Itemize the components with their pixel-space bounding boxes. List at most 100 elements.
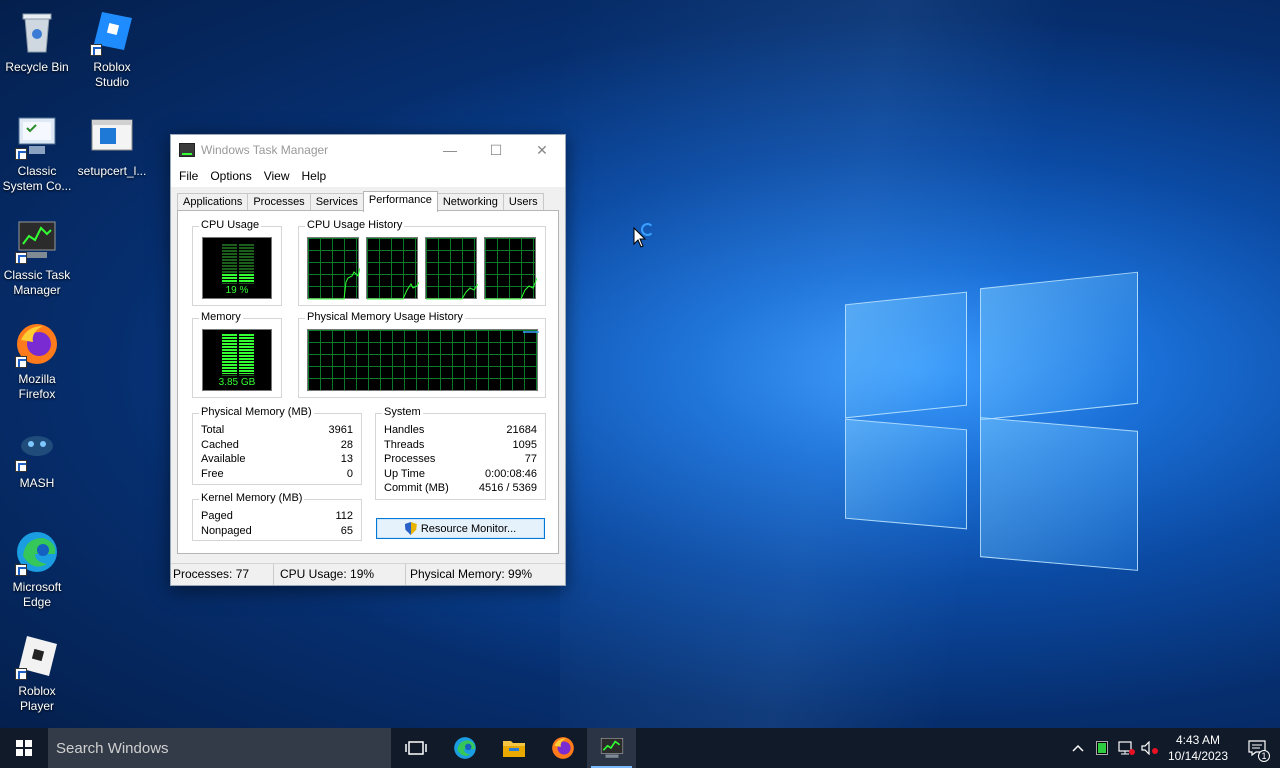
minimize-button[interactable]: — <box>427 135 473 165</box>
wallpaper-pane <box>980 417 1138 571</box>
stat-value: 65 <box>340 524 353 537</box>
start-button[interactable] <box>0 728 48 768</box>
firefox-icon <box>13 320 61 368</box>
memory-history-graph <box>307 329 539 391</box>
physical-memory-title: Physical Memory (MB) <box>199 406 314 418</box>
menu-help[interactable]: Help <box>296 169 333 183</box>
windows-logo-icon <box>16 740 32 756</box>
taskbar-file-explorer[interactable] <box>489 728 538 768</box>
clock-date: 10/14/2023 <box>1167 749 1229 763</box>
status-processes: Processes: 77 <box>171 564 274 585</box>
desktop-icon-roblox-player[interactable]: Roblox Player <box>0 632 74 714</box>
search-box[interactable]: Search Windows <box>48 728 391 768</box>
stat-row: Cached 28 <box>201 438 353 453</box>
menu-view[interactable]: View <box>258 169 296 183</box>
task-manager-icon <box>13 216 61 264</box>
desktop-icon-classic-task-manager[interactable]: Classic Task Manager <box>0 216 74 298</box>
tab-performance[interactable]: Performance <box>362 191 438 212</box>
desktop-icon-edge[interactable]: Microsoft Edge <box>0 528 74 610</box>
stat-row: Total 3961 <box>201 423 353 438</box>
desktop-icon-label: Roblox Studio <box>93 60 131 89</box>
stat-row: Commit (MB) 4516 / 5369 <box>384 481 537 496</box>
desktop-icon-firefox[interactable]: Mozilla Firefox <box>0 320 74 402</box>
cpu-history-graph-core-4 <box>484 237 537 300</box>
tab-services[interactable]: Services <box>309 193 364 211</box>
resource-monitor-label: Resource Monitor... <box>420 522 517 535</box>
wallpaper-pane <box>980 271 1138 421</box>
cpu-gauge-fill <box>222 274 254 282</box>
status-cpu-usage: CPU Usage: 19% <box>274 564 406 585</box>
shortcut-arrow-icon <box>15 252 27 264</box>
task-manager-window: Windows Task Manager — ☐ ✕ File Options … <box>170 134 566 586</box>
cpu-meter-icon <box>1096 741 1108 755</box>
system-title: System <box>382 406 423 418</box>
kernel-memory-title: Kernel Memory (MB) <box>199 492 305 504</box>
stat-value: 4516 / 5369 <box>478 482 537 494</box>
busy-spinner-icon <box>641 223 654 236</box>
volume-muted-icon <box>1141 741 1158 755</box>
cpu-history-label: CPU Usage History <box>305 219 405 231</box>
desktop-icon-roblox-studio[interactable]: Roblox Studio <box>75 8 149 90</box>
desktop-icon-mash[interactable]: MASH <box>0 424 74 491</box>
tab-processes[interactable]: Processes <box>247 193 311 211</box>
memory-value: 3.85 GB <box>218 377 256 388</box>
memory-gauge: 3.85 GB <box>202 329 272 391</box>
task-view-button[interactable] <box>391 728 440 768</box>
desktop-icon-setupcert[interactable]: setupcert_l... <box>75 112 149 179</box>
desktop-icon-label: Microsoft Edge <box>12 580 62 609</box>
tab-applications[interactable]: Applications <box>177 193 249 211</box>
resource-monitor-button[interactable]: Resource Monitor... <box>376 518 545 539</box>
menu-file[interactable]: File <box>173 169 204 183</box>
title-bar[interactable]: Windows Task Manager — ☐ ✕ <box>171 135 565 165</box>
stat-value: 28 <box>340 438 353 451</box>
stat-label: Threads <box>384 438 425 451</box>
tray-task-manager[interactable] <box>1090 728 1114 768</box>
control-panel-icon <box>13 112 61 160</box>
taskbar-edge[interactable] <box>440 728 489 768</box>
setupcert-icon <box>88 112 136 160</box>
taskbar-firefox[interactable] <box>538 728 587 768</box>
close-button[interactable]: ✕ <box>519 135 565 165</box>
action-center-button[interactable]: 1 <box>1234 728 1280 768</box>
stat-row: Paged 112 <box>201 509 353 524</box>
desktop-icon-recycle-bin[interactable]: Recycle Bin <box>0 8 74 75</box>
kernel-memory-group: Kernel Memory (MB) Paged 112 Nonpaged 65 <box>192 492 362 541</box>
tray-volume[interactable] <box>1138 728 1162 768</box>
taskbar: Search Windows 4:43 AM 10/14/2023 1 <box>0 728 1280 768</box>
stat-row: Free 0 <box>201 467 353 482</box>
show-hidden-icons-button[interactable] <box>1066 728 1090 768</box>
menu-options[interactable]: Options <box>204 169 257 183</box>
stat-row: Processes 77 <box>384 452 537 467</box>
desktop-icon-label: Mozilla Firefox <box>18 372 56 401</box>
task-view-icon <box>404 741 427 755</box>
desktop-icon-label: Recycle Bin <box>5 60 69 74</box>
stat-value: 0 <box>346 467 353 480</box>
desktop-icon-label: Roblox Player <box>18 684 56 713</box>
stat-value: 21684 <box>506 424 537 436</box>
stat-label: Total <box>201 424 225 436</box>
edge-icon <box>453 737 476 759</box>
stat-label: Handles <box>384 424 425 436</box>
status-bar: Processes: 77 CPU Usage: 19% Physical Me… <box>171 563 565 585</box>
tab-users[interactable]: Users <box>502 193 544 211</box>
chevron-up-icon <box>1072 744 1084 752</box>
desktop-icon-classic-system-control[interactable]: Classic System Co... <box>0 112 74 194</box>
uac-shield-icon <box>404 522 417 535</box>
folder-icon <box>502 741 525 757</box>
wallpaper-pane <box>845 418 967 530</box>
clock[interactable]: 4:43 AM 10/14/2023 <box>1162 732 1234 764</box>
stat-label: Paged <box>201 510 233 522</box>
taskbar-task-manager[interactable] <box>587 728 636 768</box>
stat-value: 13 <box>340 453 353 465</box>
tray-network[interactable] <box>1114 728 1138 768</box>
shortcut-arrow-icon <box>15 460 27 472</box>
maximize-button[interactable]: ☐ <box>473 135 519 165</box>
cpu-history-graph-core-2 <box>366 237 419 300</box>
window-title: Windows Task Manager <box>201 143 329 157</box>
cpu-history-group: CPU Usage History <box>298 219 546 306</box>
cpu-history-graph-core-3 <box>425 237 478 300</box>
stat-value: 112 <box>335 510 353 522</box>
stat-row: Up Time 0:00:08:46 <box>384 467 537 482</box>
stat-value: 0:00:08:46 <box>485 467 537 480</box>
tab-networking[interactable]: Networking <box>436 193 504 211</box>
